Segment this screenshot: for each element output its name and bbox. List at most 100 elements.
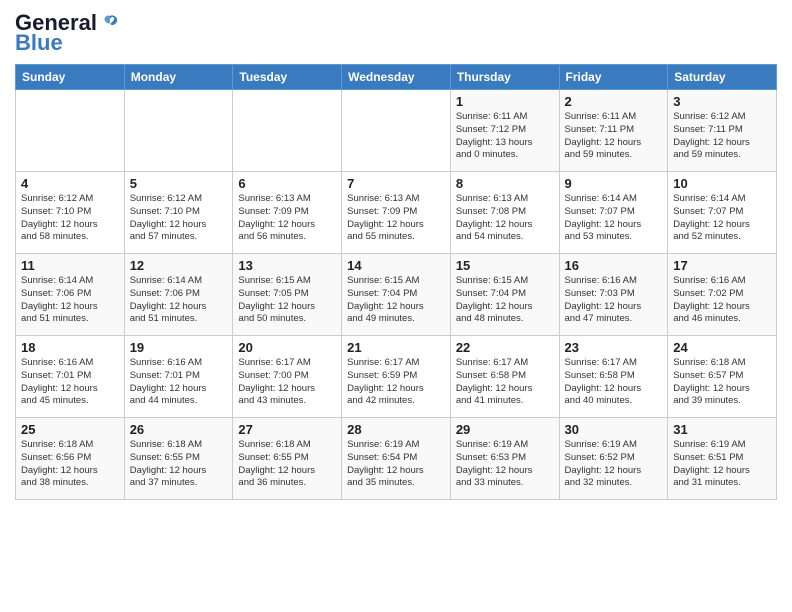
day-cell: 23 Sunrise: 6:17 AM Sunset: 6:58 PM Dayli… xyxy=(559,336,668,418)
week-row-3: 11 Sunrise: 6:14 AM Sunset: 7:06 PM Dayli… xyxy=(16,254,777,336)
day-cell xyxy=(124,90,233,172)
day-number: 28 xyxy=(347,422,445,437)
day-cell xyxy=(342,90,451,172)
day-number: 6 xyxy=(238,176,336,191)
day-info: Sunrise: 6:18 AM Sunset: 6:55 PM Dayligh… xyxy=(238,439,336,490)
day-number: 13 xyxy=(238,258,336,273)
calendar-table: SundayMondayTuesdayWednesdayThursdayFrid… xyxy=(15,64,777,500)
header-cell-tuesday: Tuesday xyxy=(233,65,342,90)
day-cell xyxy=(16,90,125,172)
header-cell-thursday: Thursday xyxy=(450,65,559,90)
day-number: 31 xyxy=(673,422,771,437)
day-cell: 1Sunrise: 6:11 AM Sunset: 7:12 PM Daylig… xyxy=(450,90,559,172)
header-cell-wednesday: Wednesday xyxy=(342,65,451,90)
week-row-5: 25Sunrise: 6:18 AM Sunset: 6:56 PM Dayli… xyxy=(16,418,777,500)
week-row-4: 18 Sunrise: 6:16 AM Sunset: 7:01 PM Dayli… xyxy=(16,336,777,418)
day-number: 4 xyxy=(21,176,119,191)
day-number: 7 xyxy=(347,176,445,191)
day-cell: 22 Sunrise: 6:17 AM Sunset: 6:58 PM Dayli… xyxy=(450,336,559,418)
day-info: Sunrise: 6:17 AM Sunset: 7:00 PM Dayligh… xyxy=(238,357,336,408)
day-cell: 9Sunrise: 6:14 AM Sunset: 7:07 PM Daylig… xyxy=(559,172,668,254)
day-cell: 29 Sunrise: 6:19 AM Sunset: 6:53 PM Dayli… xyxy=(450,418,559,500)
day-number: 23 xyxy=(565,340,663,355)
day-info: Sunrise: 6:19 AM Sunset: 6:52 PM Dayligh… xyxy=(565,439,663,490)
week-row-1: 1Sunrise: 6:11 AM Sunset: 7:12 PM Daylig… xyxy=(16,90,777,172)
day-cell: 3 Sunrise: 6:12 AM Sunset: 7:11 PM Daylig… xyxy=(668,90,777,172)
header-cell-sunday: Sunday xyxy=(16,65,125,90)
day-cell xyxy=(233,90,342,172)
day-info: Sunrise: 6:15 AM Sunset: 7:04 PM Dayligh… xyxy=(347,275,445,326)
day-cell: 10Sunrise: 6:14 AM Sunset: 7:07 PM Dayli… xyxy=(668,172,777,254)
day-number: 15 xyxy=(456,258,554,273)
day-number: 22 xyxy=(456,340,554,355)
header-cell-monday: Monday xyxy=(124,65,233,90)
day-number: 25 xyxy=(21,422,119,437)
header-row: SundayMondayTuesdayWednesdayThursdayFrid… xyxy=(16,65,777,90)
day-cell: 31 Sunrise: 6:19 AM Sunset: 6:51 PM Dayli… xyxy=(668,418,777,500)
day-cell: 8 Sunrise: 6:13 AM Sunset: 7:08 PM Daylig… xyxy=(450,172,559,254)
day-cell: 7 Sunrise: 6:13 AM Sunset: 7:09 PM Daylig… xyxy=(342,172,451,254)
day-info: Sunrise: 6:18 AM Sunset: 6:55 PM Dayligh… xyxy=(130,439,228,490)
day-cell: 6 Sunrise: 6:13 AM Sunset: 7:09 PM Daylig… xyxy=(233,172,342,254)
day-number: 8 xyxy=(456,176,554,191)
day-cell: 15 Sunrise: 6:15 AM Sunset: 7:04 PM Dayli… xyxy=(450,254,559,336)
day-info: Sunrise: 6:19 AM Sunset: 6:53 PM Dayligh… xyxy=(456,439,554,490)
day-number: 18 xyxy=(21,340,119,355)
day-number: 27 xyxy=(238,422,336,437)
day-number: 30 xyxy=(565,422,663,437)
day-cell: 4Sunrise: 6:12 AM Sunset: 7:10 PM Daylig… xyxy=(16,172,125,254)
day-cell: 19 Sunrise: 6:16 AM Sunset: 7:01 PM Dayli… xyxy=(124,336,233,418)
day-number: 3 xyxy=(673,94,771,109)
logo-blue: Blue xyxy=(15,30,63,56)
day-info: Sunrise: 6:15 AM Sunset: 7:04 PM Dayligh… xyxy=(456,275,554,326)
day-cell: 27 Sunrise: 6:18 AM Sunset: 6:55 PM Dayli… xyxy=(233,418,342,500)
day-cell: 24Sunrise: 6:18 AM Sunset: 6:57 PM Dayli… xyxy=(668,336,777,418)
day-cell: 14 Sunrise: 6:15 AM Sunset: 7:04 PM Dayli… xyxy=(342,254,451,336)
day-info: Sunrise: 6:19 AM Sunset: 6:54 PM Dayligh… xyxy=(347,439,445,490)
day-info: Sunrise: 6:16 AM Sunset: 7:01 PM Dayligh… xyxy=(130,357,228,408)
header-cell-saturday: Saturday xyxy=(668,65,777,90)
day-info: Sunrise: 6:14 AM Sunset: 7:07 PM Dayligh… xyxy=(565,193,663,244)
day-info: Sunrise: 6:19 AM Sunset: 6:51 PM Dayligh… xyxy=(673,439,771,490)
day-number: 14 xyxy=(347,258,445,273)
day-number: 21 xyxy=(347,340,445,355)
day-cell: 12Sunrise: 6:14 AM Sunset: 7:06 PM Dayli… xyxy=(124,254,233,336)
day-number: 29 xyxy=(456,422,554,437)
day-info: Sunrise: 6:14 AM Sunset: 7:06 PM Dayligh… xyxy=(21,275,119,326)
day-number: 16 xyxy=(565,258,663,273)
day-number: 5 xyxy=(130,176,228,191)
day-number: 20 xyxy=(238,340,336,355)
day-number: 17 xyxy=(673,258,771,273)
day-info: Sunrise: 6:17 AM Sunset: 6:59 PM Dayligh… xyxy=(347,357,445,408)
day-number: 26 xyxy=(130,422,228,437)
day-cell: 25Sunrise: 6:18 AM Sunset: 6:56 PM Dayli… xyxy=(16,418,125,500)
day-cell: 28 Sunrise: 6:19 AM Sunset: 6:54 PM Dayli… xyxy=(342,418,451,500)
day-cell: 30 Sunrise: 6:19 AM Sunset: 6:52 PM Dayli… xyxy=(559,418,668,500)
day-number: 19 xyxy=(130,340,228,355)
day-cell: 11 Sunrise: 6:14 AM Sunset: 7:06 PM Dayli… xyxy=(16,254,125,336)
day-info: Sunrise: 6:12 AM Sunset: 7:11 PM Dayligh… xyxy=(673,111,771,162)
day-cell: 20 Sunrise: 6:17 AM Sunset: 7:00 PM Dayli… xyxy=(233,336,342,418)
logo: General Blue xyxy=(15,10,121,56)
day-info: Sunrise: 6:17 AM Sunset: 6:58 PM Dayligh… xyxy=(565,357,663,408)
header: General Blue xyxy=(15,10,777,56)
day-info: Sunrise: 6:16 AM Sunset: 7:02 PM Dayligh… xyxy=(673,275,771,326)
day-number: 2 xyxy=(565,94,663,109)
day-info: Sunrise: 6:18 AM Sunset: 6:57 PM Dayligh… xyxy=(673,357,771,408)
day-cell: 5Sunrise: 6:12 AM Sunset: 7:10 PM Daylig… xyxy=(124,172,233,254)
day-cell: 16 Sunrise: 6:16 AM Sunset: 7:03 PM Dayli… xyxy=(559,254,668,336)
day-info: Sunrise: 6:13 AM Sunset: 7:09 PM Dayligh… xyxy=(347,193,445,244)
day-info: Sunrise: 6:17 AM Sunset: 6:58 PM Dayligh… xyxy=(456,357,554,408)
day-info: Sunrise: 6:16 AM Sunset: 7:01 PM Dayligh… xyxy=(21,357,119,408)
day-cell: 18 Sunrise: 6:16 AM Sunset: 7:01 PM Dayli… xyxy=(16,336,125,418)
day-info: Sunrise: 6:16 AM Sunset: 7:03 PM Dayligh… xyxy=(565,275,663,326)
day-number: 11 xyxy=(21,258,119,273)
day-cell: 2Sunrise: 6:11 AM Sunset: 7:11 PM Daylig… xyxy=(559,90,668,172)
day-info: Sunrise: 6:13 AM Sunset: 7:08 PM Dayligh… xyxy=(456,193,554,244)
day-number: 10 xyxy=(673,176,771,191)
day-info: Sunrise: 6:14 AM Sunset: 7:06 PM Dayligh… xyxy=(130,275,228,326)
day-info: Sunrise: 6:13 AM Sunset: 7:09 PM Dayligh… xyxy=(238,193,336,244)
day-cell: 13Sunrise: 6:15 AM Sunset: 7:05 PM Dayli… xyxy=(233,254,342,336)
day-number: 1 xyxy=(456,94,554,109)
day-cell: 17 Sunrise: 6:16 AM Sunset: 7:02 PM Dayli… xyxy=(668,254,777,336)
